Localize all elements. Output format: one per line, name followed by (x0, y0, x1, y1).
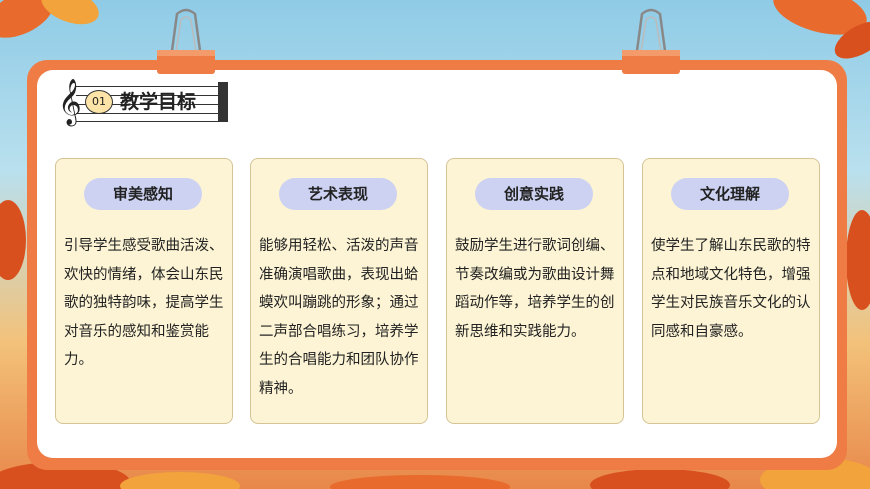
staff-bar-end (218, 82, 228, 122)
page-title: 教学目标 (120, 91, 197, 113)
card-description: 鼓励学生进行歌词创编、节奏改编或为歌曲设计舞蹈动作等，培养学生的创新思维和实践能… (455, 238, 615, 340)
card-label: 艺术表现 (279, 178, 397, 210)
goal-card: 艺术表现 能够用轻松、活泼的声音准确演唱歌曲，表现出蛤蟆欢叫蹦跳的形象；通过二声… (250, 158, 428, 424)
goal-card: 文化理解 使学生了解山东民歌的特点和地域文化特色，增强学生对民族音乐文化的认同感… (642, 158, 820, 424)
binder-clip-icon (622, 8, 680, 74)
card-description: 引导学生感受歌曲活泼、欢快的情绪，体会山东民歌的独特韵味，提高学生对音乐的感知和… (64, 238, 224, 368)
card-label: 创意实践 (475, 178, 593, 210)
section-number-badge: 01 (85, 90, 113, 114)
goal-card: 创意实践 鼓励学生进行歌词创编、节奏改编或为歌曲设计舞蹈动作等，培养学生的创新思… (446, 158, 624, 424)
card-description: 使学生了解山东民歌的特点和地域文化特色，增强学生对民族音乐文化的认同感和自豪感。 (651, 238, 811, 340)
card-label: 文化理解 (671, 178, 789, 210)
binder-clip-icon (157, 8, 215, 74)
treble-clef-icon: 𝄞 (58, 79, 82, 125)
card-label: 审美感知 (84, 178, 202, 210)
section-header: 𝄞 01 教学目标 (58, 78, 233, 126)
goal-card: 审美感知 引导学生感受歌曲活泼、欢快的情绪，体会山东民歌的独特韵味，提高学生对音… (55, 158, 233, 424)
card-description: 能够用轻松、活泼的声音准确演唱歌曲，表现出蛤蟆欢叫蹦跳的形象；通过二声部合唱练习… (259, 238, 419, 397)
